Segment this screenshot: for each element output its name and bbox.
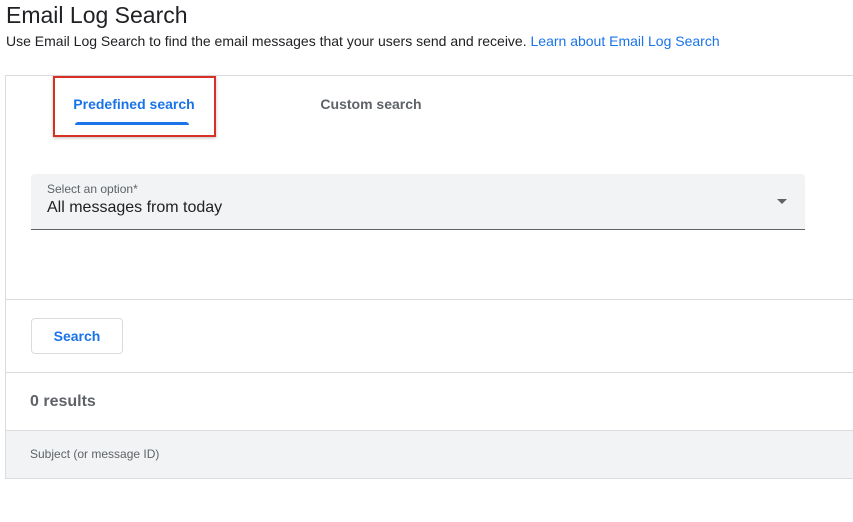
tab-custom-search[interactable]: Custom search bbox=[291, 76, 451, 132]
search-button[interactable]: Search bbox=[31, 318, 123, 354]
page-title: Email Log Search bbox=[6, 2, 188, 28]
search-card: Predefined search Custom search Select a… bbox=[5, 75, 853, 479]
divider bbox=[6, 299, 853, 300]
description-text: Use Email Log Search to find the email m… bbox=[6, 33, 527, 49]
results-count: 0 results bbox=[30, 393, 96, 410]
active-tab-indicator bbox=[75, 122, 189, 125]
select-value: All messages from today bbox=[47, 199, 223, 216]
dropdown-arrow-icon bbox=[777, 199, 787, 204]
search-option-select[interactable]: Select an option* All messages from toda… bbox=[31, 174, 805, 230]
column-header-subject[interactable]: Subject (or message ID) bbox=[30, 447, 159, 461]
page-description: Use Email Log Search to find the email m… bbox=[6, 32, 720, 50]
select-label: Select an option* bbox=[47, 182, 138, 196]
learn-more-link[interactable]: Learn about Email Log Search bbox=[531, 33, 720, 49]
results-table-header: Subject (or message ID) bbox=[6, 430, 853, 478]
divider bbox=[6, 372, 853, 373]
